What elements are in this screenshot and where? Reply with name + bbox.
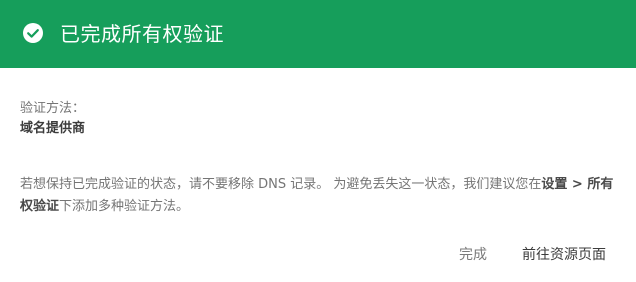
message-text-1: 若想保持已完成验证的状态，请不要移除 DNS 记录。 为避免丢失这一状态，我们建… bbox=[20, 177, 542, 192]
go-to-property-button[interactable]: 前往资源页面 bbox=[522, 245, 606, 265]
check-circle-icon bbox=[23, 23, 43, 43]
dialog-title: 已完成所有权验证 bbox=[60, 22, 224, 46]
message-text-2: 下添加多种验证方法。 bbox=[59, 199, 190, 214]
verification-success-dialog: 已完成所有权验证 验证方法： 域名提供商 若想保持已完成验证的状态，请不要移除 … bbox=[0, 0, 636, 282]
done-button[interactable]: 完成 bbox=[459, 245, 487, 265]
verification-method-value: 域名提供商 bbox=[20, 121, 86, 136]
dns-message: 若想保持已完成验证的状态，请不要移除 DNS 记录。 为避免丢失这一状态，我们建… bbox=[20, 174, 620, 218]
dialog-header: 已完成所有权验证 bbox=[0, 0, 636, 68]
verification-method-label: 验证方法： bbox=[20, 101, 86, 116]
